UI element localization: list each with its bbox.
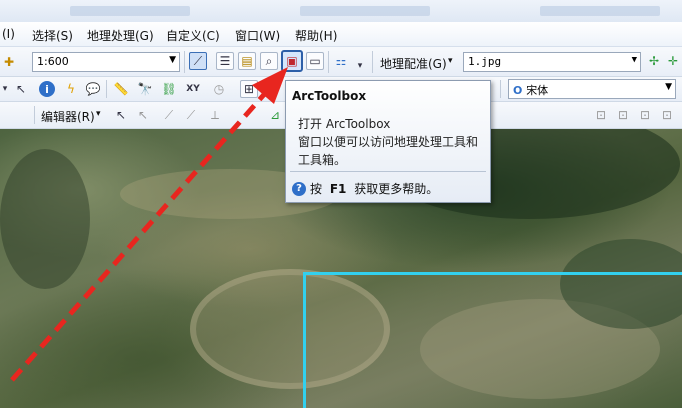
font-select[interactable]: O 宋体 ▼ [508,79,676,99]
tooltip-help-key: F1 [329,181,347,196]
python-window-icon[interactable]: ▭ [306,52,324,70]
help-question-icon: ? [292,181,306,196]
topology-icon-2[interactable]: ⊡ [614,106,632,124]
time-slider-icon[interactable]: ◷ [210,80,228,98]
boundary-polygon [303,272,682,408]
arctoolbox-icon[interactable]: ▣ [281,50,303,72]
tooltip-help-suffix: 获取更多帮助。 [350,182,439,196]
tooltip-description: 打开 ArcToolbox 窗口以便可以访问地理处理工具和工具箱。 [298,117,479,167]
trace-icon[interactable]: ⟂ [206,106,224,124]
model-builder-icon[interactable]: ⚏ [332,52,350,70]
georeferencing-dropdown-icon[interactable]: ▾ [448,56,453,66]
identify-icon[interactable]: i [38,80,56,98]
font-value: 宋体 [526,84,549,97]
tooltip-divider [290,171,486,172]
toolbar-separator [34,106,35,124]
edit-vertices-icon[interactable]: ⊿ [266,106,284,124]
georeferencing-menu[interactable]: 地理配准(G) [380,55,447,72]
find-icon[interactable]: 🔭 [136,80,154,98]
identify-badge-icon: i [39,81,55,97]
create-viewer-window-icon[interactable]: ⊞ [240,80,258,98]
georef-layer-select[interactable]: 1.jpg ▼ [463,52,641,72]
find-route-icon[interactable]: ⛓ [160,80,178,98]
control-point-icon[interactable]: ✛ [664,52,682,70]
go-to-xy-icon[interactable]: XY [184,80,202,98]
html-popup-icon[interactable]: 💬 [84,80,102,98]
toolbar-separator [328,51,329,73]
title-ghost-1 [70,6,190,16]
georef-layer-value: 1.jpg [468,55,502,68]
topology-icon-4[interactable]: ⊡ [658,106,676,124]
edit-tool-icon[interactable]: ↖ [112,106,130,124]
topology-icon-3[interactable]: ⊡ [636,106,654,124]
search-window-icon[interactable]: ⌕ [260,52,278,70]
add-control-points-icon[interactable]: ✢ [645,52,663,70]
straight-segment-icon[interactable]: ⟋ [160,106,178,124]
hyperlink-icon[interactable]: ϟ [62,80,80,98]
edit-annotation-icon[interactable]: ↖ [134,106,152,124]
toolbar-overflow-icon[interactable]: ▾ [354,57,366,75]
map-scale-select[interactable]: 1:600 ▼ [32,52,180,72]
select-elements-icon[interactable]: ↖ [12,80,30,98]
toolbar-separator [372,51,373,73]
dropdown-arrow-icon[interactable]: ▾ [0,80,10,98]
topology-icon-1[interactable]: ⊡ [592,106,610,124]
toolbar-separator [500,80,501,98]
chevron-down-icon: ▼ [665,82,672,92]
editor-toolbar-icon[interactable]: ⟋ [189,52,207,70]
menu-item-windows[interactable]: 窗口(W) [235,27,280,44]
menu-item-help[interactable]: 帮助(H) [295,27,337,44]
tooltip-title: ArcToolbox [292,89,367,103]
toolbar-separator [106,80,107,98]
editor-dropdown-icon[interactable]: ▾ [96,109,101,119]
menu-item-geoprocessing[interactable]: 地理处理(G) [87,27,154,44]
measure-icon[interactable]: 📏 [112,80,130,98]
arctoolbox-tooltip: ArcToolbox 打开 ArcToolbox 窗口以便可以访问地理处理工具和… [285,80,491,203]
title-ghost-2 [300,6,430,16]
standard-toolbar: ✚ 1:600 ▼ ⟋ ☰ ▤ ⌕ ▣ ▭ ⚏ ▾ 地理配准(G) ▾ 1.jp… [0,47,682,77]
menu-item-select[interactable]: 选择(S) [32,27,73,44]
map-texture-dark-2 [0,149,90,289]
toolbar-separator [184,51,185,73]
chevron-down-icon: ▼ [631,55,637,65]
window-title-strip [0,0,682,22]
menu-bar: (I) 选择(S) 地理处理(G) 自定义(C) 窗口(W) 帮助(H) [0,22,682,47]
map-scale-value: 1:600 [37,55,69,68]
chevron-down-icon: ▼ [169,55,176,65]
menu-item-selection-partial[interactable]: (I) [2,27,15,41]
menu-item-customize[interactable]: 自定义(C) [166,27,220,44]
catalog-icon[interactable]: ▤ [238,52,256,70]
title-ghost-3 [540,6,660,16]
end-point-arc-icon[interactable]: ⟋ [182,106,200,124]
tooltip-help-prefix: 按 [310,182,326,196]
font-type-icon: O [513,84,527,97]
add-data-icon[interactable]: ✚ [0,53,18,71]
editor-menu[interactable]: 编辑器(R) [41,108,95,125]
table-of-contents-icon[interactable]: ☰ [216,52,234,70]
tooltip-help: ? 按 F1 获取更多帮助。 [292,180,438,197]
